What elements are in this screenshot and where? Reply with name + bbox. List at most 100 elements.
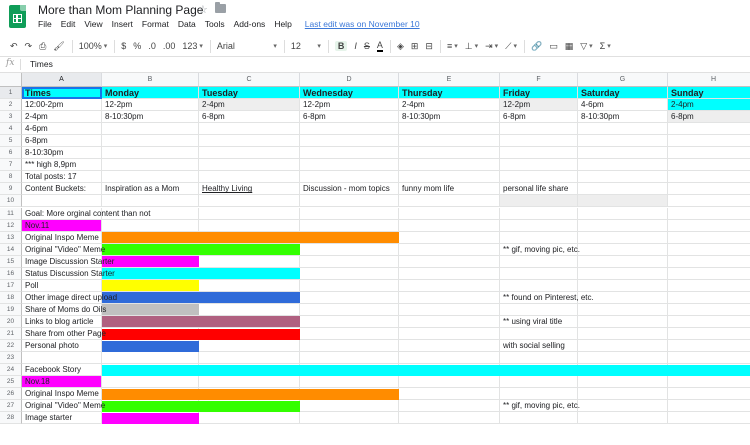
cell-d12[interactable] (300, 219, 399, 232)
menu-data[interactable]: Data (178, 19, 196, 29)
cell-b12[interactable] (102, 219, 199, 232)
insert-link-icon[interactable]: 🔗 (531, 41, 542, 52)
spreadsheet-grid[interactable]: A B C D E F G H 1 Times Monday Tuesday Wednesday Thur… (0, 73, 750, 445)
cell-e25[interactable] (399, 376, 500, 389)
cell-b10[interactable] (102, 195, 199, 208)
cell-g16[interactable] (578, 267, 668, 280)
cell-h19[interactable] (668, 304, 750, 316)
cell-h3[interactable]: 6-8pm (668, 111, 750, 124)
row-header-18[interactable]: 18 (0, 291, 22, 304)
cell-f28[interactable] (500, 412, 578, 425)
cell-a7[interactable]: *** high 8,9pm (22, 159, 102, 172)
cell-g3[interactable]: 8-10:30pm (578, 111, 668, 124)
row-header-23[interactable]: 23 (0, 352, 22, 365)
cell-g13[interactable] (578, 231, 668, 244)
cell-f14[interactable]: ** gif, moving pic, etc. (500, 243, 580, 256)
cell-a22[interactable]: Personal photo (22, 340, 102, 353)
column-header-g[interactable]: G (578, 73, 668, 87)
row-header-7[interactable]: 7 (0, 159, 22, 172)
column-header-h[interactable]: H (668, 73, 750, 87)
menu-format[interactable]: Format (142, 19, 169, 29)
cell-g22[interactable] (578, 340, 668, 353)
menu-addons[interactable]: Add-ons (234, 19, 266, 29)
cell-c7[interactable] (199, 159, 300, 172)
cell-c5[interactable] (199, 135, 300, 148)
cell-c25[interactable] (199, 376, 300, 389)
cell-d10[interactable] (300, 195, 399, 208)
row-header-6[interactable]: 6 (0, 147, 22, 160)
merge-cells-icon[interactable]: ⊟ (425, 41, 433, 52)
cell-h14[interactable] (668, 244, 750, 256)
cell-c9[interactable]: Healthy Living (199, 183, 300, 196)
star-icon[interactable]: ☆ (198, 3, 208, 16)
cell-f20[interactable]: ** using viral title (500, 315, 578, 328)
column-header-d[interactable]: D (300, 73, 399, 87)
cell-d2[interactable]: 12-2pm (300, 99, 399, 112)
cell-h10[interactable] (668, 195, 750, 208)
cell-c28[interactable] (199, 412, 300, 425)
row-header-25[interactable]: 25 (0, 376, 22, 389)
cell-h15[interactable] (668, 256, 750, 268)
column-header-e[interactable]: E (399, 73, 500, 87)
cell-a23[interactable] (22, 352, 102, 365)
menu-tools[interactable]: Tools (205, 19, 225, 29)
menu-view[interactable]: View (84, 19, 102, 29)
cell-e17[interactable] (399, 279, 500, 292)
cell-c11[interactable] (199, 207, 300, 220)
cell-d8[interactable] (300, 171, 399, 184)
column-header-c[interactable]: C (199, 73, 300, 87)
cell-h20[interactable] (668, 316, 750, 328)
row-header-1[interactable]: 1 (0, 87, 22, 100)
borders-icon[interactable]: ⊞ (411, 41, 419, 52)
cell-a3[interactable]: 2-4pm (22, 111, 102, 124)
cell-d28[interactable] (300, 412, 399, 425)
folder-icon[interactable] (215, 2, 226, 13)
cell-a4[interactable]: 4-6pm (22, 123, 102, 136)
insert-comment-icon[interactable]: ▭ (549, 41, 558, 52)
row-header-24[interactable]: 24 (0, 364, 22, 377)
cell-e23[interactable] (399, 352, 500, 365)
cell-g12[interactable] (578, 219, 668, 232)
vertical-align-icon[interactable]: ⊥ (465, 41, 478, 52)
cell-e3[interactable]: 8-10:30pm (399, 111, 500, 124)
cell-g1[interactable]: Saturday (578, 87, 668, 100)
cell-c15[interactable] (199, 255, 300, 268)
cell-c22[interactable] (199, 340, 300, 353)
cell-a8[interactable]: Total posts: 17 (22, 171, 102, 184)
column-header-f[interactable]: F (500, 73, 578, 87)
cell-g7[interactable] (578, 159, 668, 172)
cell-d22[interactable] (300, 340, 399, 353)
cell-h7[interactable] (668, 159, 750, 172)
cell-d21[interactable] (300, 328, 399, 341)
row-header-13[interactable]: 13 (0, 231, 22, 244)
cell-a20[interactable]: Links to blog article (22, 315, 102, 328)
cell-a15[interactable]: Image Discussion Starter (22, 255, 114, 268)
fill-color-icon[interactable]: ◈ (397, 41, 404, 52)
cell-e10[interactable] (399, 195, 500, 208)
cell-f23[interactable] (500, 352, 578, 365)
sheets-logo-icon[interactable] (9, 5, 26, 28)
cell-h8[interactable] (668, 171, 750, 184)
cell-e21[interactable] (399, 328, 500, 341)
row-header-11[interactable]: 11 (0, 207, 22, 220)
cell-c2[interactable]: 2-4pm (199, 99, 300, 112)
cell-h25[interactable] (668, 376, 750, 389)
cell-g19[interactable] (578, 303, 668, 316)
cell-b5[interactable] (102, 135, 199, 148)
insert-chart-icon[interactable]: ▦ (565, 41, 574, 52)
cell-g17[interactable] (578, 279, 668, 292)
cell-b8[interactable] (102, 171, 199, 184)
cell-e28[interactable] (399, 412, 500, 425)
cell-h12[interactable] (668, 220, 750, 232)
column-header-b[interactable]: B (102, 73, 199, 87)
cell-h2[interactable]: 2-4pm (668, 99, 750, 112)
row-header-8[interactable]: 8 (0, 171, 22, 184)
filter-icon[interactable]: ▽ (580, 41, 592, 52)
redo-icon[interactable]: ↷ (25, 41, 33, 52)
cell-g15[interactable] (578, 255, 668, 268)
cell-d17[interactable] (300, 279, 399, 292)
cell-a5[interactable]: 6-8pm (22, 135, 102, 148)
cell-d6[interactable] (300, 147, 399, 160)
cell-e7[interactable] (399, 159, 500, 172)
row-header-4[interactable]: 4 (0, 123, 22, 136)
